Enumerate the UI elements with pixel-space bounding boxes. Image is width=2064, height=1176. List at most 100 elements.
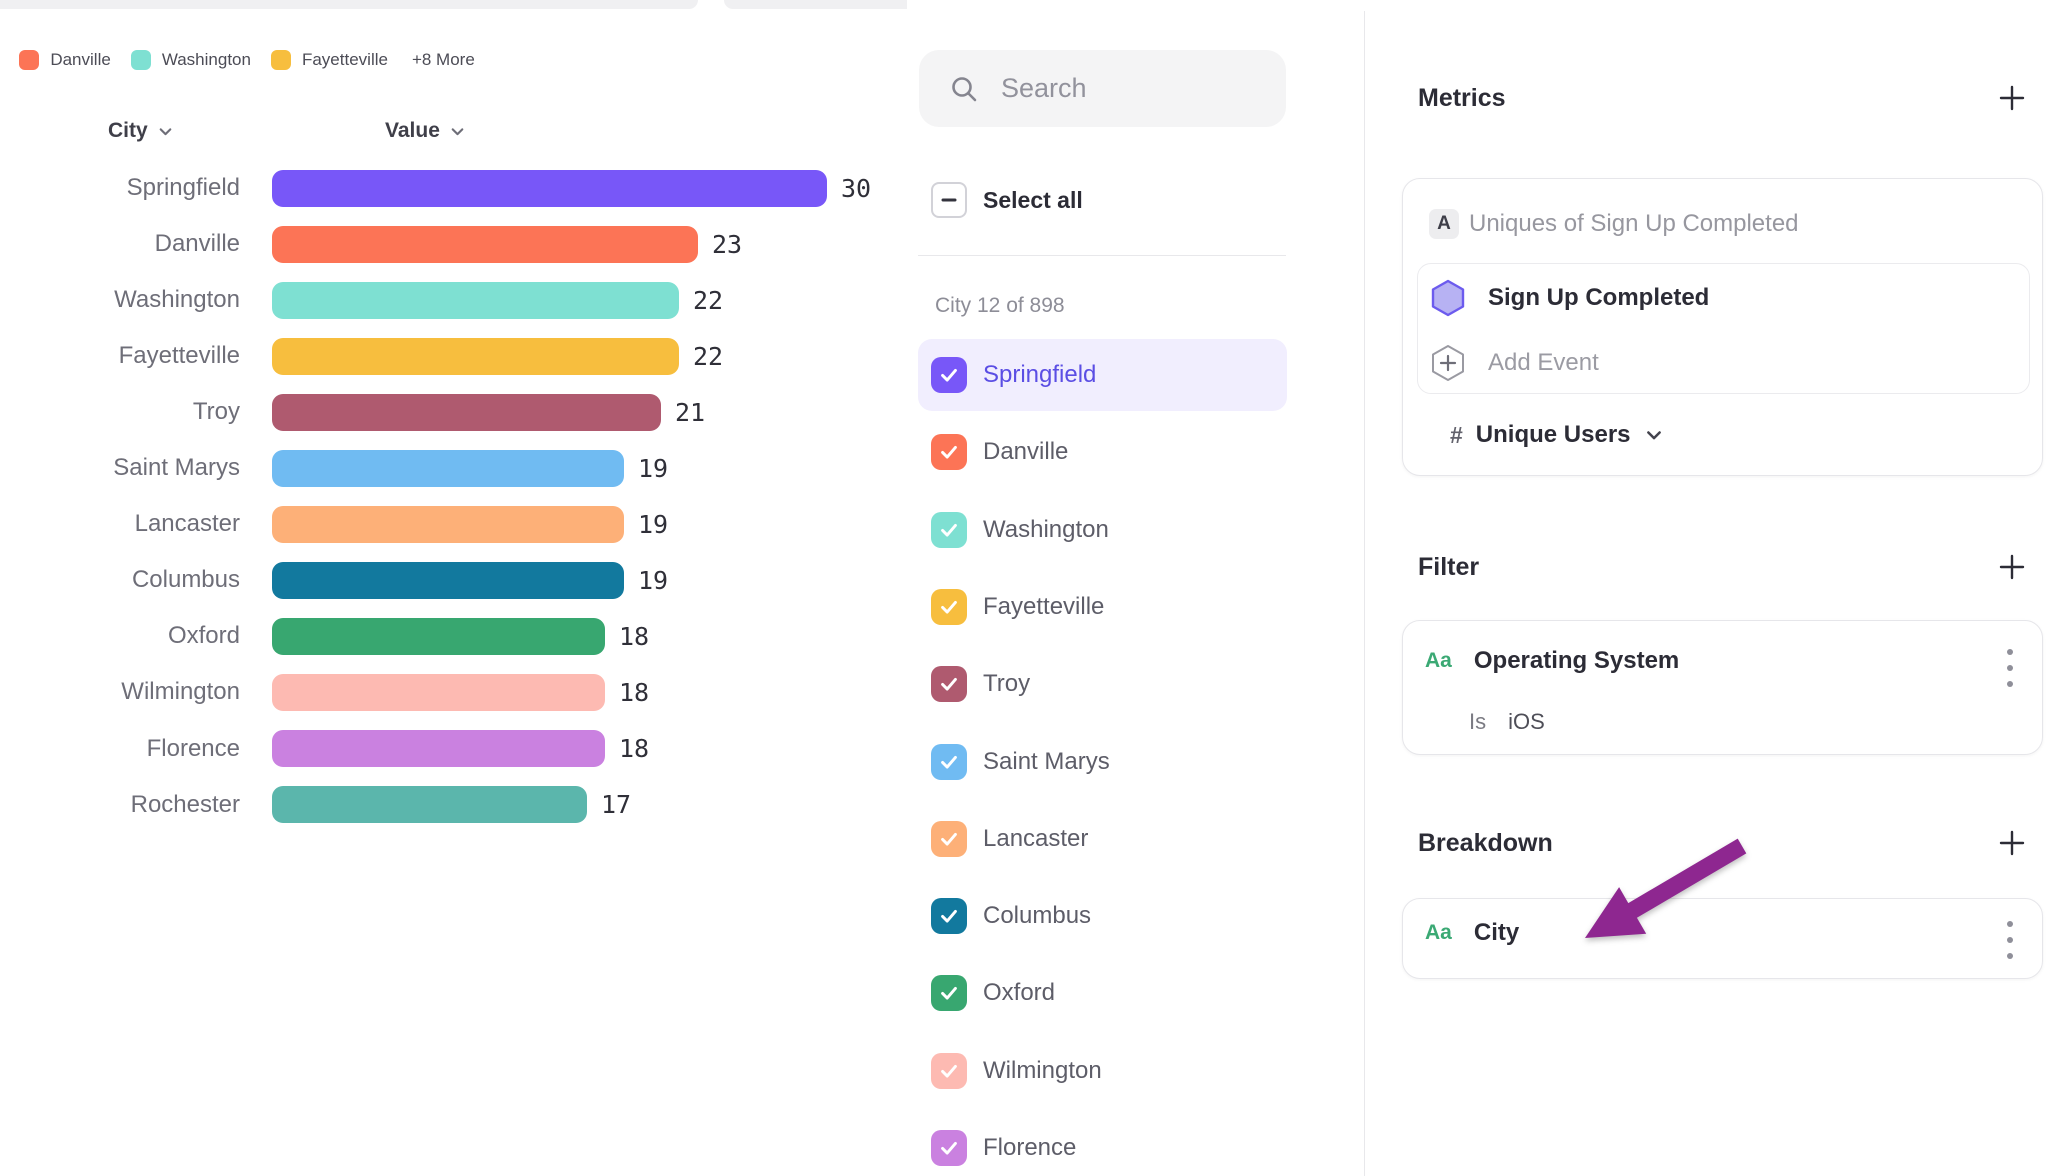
checkbox-checked[interactable] — [931, 589, 967, 625]
filter-card: Aa Operating System Is iOS — [1402, 620, 2043, 755]
list-item-label: Washington — [983, 494, 1109, 566]
checkbox-checked[interactable] — [931, 434, 967, 470]
bar-value-label: 30 — [841, 170, 871, 207]
check-icon — [938, 982, 960, 1004]
filter-property-name: Operating System — [1474, 647, 1679, 675]
add-event-row[interactable]: Add Event — [1430, 344, 1599, 382]
bar-segment[interactable] — [272, 170, 827, 207]
list-item[interactable]: Danville — [918, 416, 1287, 488]
check-icon — [938, 1137, 960, 1159]
checkbox-checked[interactable] — [931, 1130, 967, 1166]
bar-segment[interactable] — [272, 394, 661, 431]
list-item[interactable]: Springfield — [918, 339, 1287, 411]
bar-value-label: 23 — [712, 226, 742, 263]
list-item-label: Saint Marys — [983, 726, 1110, 798]
bar-value-label: 18 — [619, 618, 649, 655]
list-item[interactable]: Lancaster — [918, 803, 1287, 875]
segment-selector-panel: Select all City 12 of 898 SpringfieldDan… — [907, 0, 1365, 1176]
divider — [918, 255, 1286, 256]
number-type-icon: # — [1450, 422, 1463, 449]
bar-segment[interactable] — [272, 786, 587, 823]
filter-heading: Filter — [1418, 553, 1479, 582]
checkbox-checked[interactable] — [931, 357, 967, 393]
list-item[interactable]: Columbus — [918, 880, 1287, 952]
add-breakdown-button[interactable] — [1995, 826, 2029, 860]
select-all-label: Select all — [983, 187, 1083, 214]
bar-segment[interactable] — [272, 282, 679, 319]
check-icon — [938, 673, 960, 695]
bar-category-label: Rochester — [0, 786, 240, 823]
checkbox-checked[interactable] — [931, 821, 967, 857]
check-icon — [938, 1060, 960, 1082]
checkbox-checked[interactable] — [931, 975, 967, 1011]
checkbox-checked[interactable] — [931, 666, 967, 702]
query-builder-panel: Metrics A Uniques of Sign Up Completed S… — [1365, 0, 2064, 1176]
add-event-label: Add Event — [1488, 349, 1599, 377]
bar-category-label: Fayetteville — [0, 338, 240, 375]
list-item-label: Oxford — [983, 957, 1055, 1029]
bar-segment[interactable] — [272, 450, 624, 487]
bar-value-label: 19 — [638, 450, 668, 487]
breakdown-card: Aa City — [1402, 898, 2043, 979]
filter-operator: Is — [1469, 709, 1486, 735]
checkbox-checked[interactable] — [931, 512, 967, 548]
metric-summary: Uniques of Sign Up Completed — [1469, 209, 1799, 239]
event-selector-card: Sign Up Completed Add Event — [1417, 263, 2030, 394]
list-item[interactable]: Oxford — [918, 957, 1287, 1029]
bar-category-label: Lancaster — [0, 506, 240, 543]
checkbox-checked[interactable] — [931, 1053, 967, 1089]
list-item[interactable]: Saint Marys — [918, 726, 1287, 798]
bar-category-label: Washington — [0, 282, 240, 319]
string-type-icon: Aa — [1425, 921, 1452, 945]
filter-value: iOS — [1508, 709, 1545, 735]
selected-event-row[interactable]: Sign Up Completed — [1430, 279, 1709, 317]
bar-category-label: Florence — [0, 730, 240, 767]
event-hexagon-icon — [1430, 279, 1466, 317]
bar-category-label: Springfield — [0, 170, 240, 207]
bar-category-label: Wilmington — [0, 674, 240, 711]
bar-segment[interactable] — [272, 338, 679, 375]
bar-value-label: 19 — [638, 562, 668, 599]
check-icon — [938, 441, 960, 463]
bar-category-label: Danville — [0, 226, 240, 263]
add-metric-button[interactable] — [1995, 81, 2029, 115]
bar-segment[interactable] — [272, 618, 605, 655]
bar-segment[interactable] — [272, 506, 624, 543]
list-item-label: Troy — [983, 648, 1030, 720]
bar-category-label: Saint Marys — [0, 450, 240, 487]
list-item[interactable]: Washington — [918, 494, 1287, 566]
list-item-label: Wilmington — [983, 1035, 1102, 1107]
add-event-hexagon-icon — [1430, 344, 1466, 382]
metric-card: A Uniques of Sign Up Completed Sign Up C… — [1402, 178, 2043, 476]
bar-value-label: 19 — [638, 506, 668, 543]
checkbox-checked[interactable] — [931, 744, 967, 780]
add-filter-button[interactable] — [1995, 550, 2029, 584]
bar-segment[interactable] — [272, 562, 624, 599]
metrics-heading: Metrics — [1418, 84, 1506, 113]
search-box[interactable] — [919, 50, 1286, 127]
bar-segment[interactable] — [272, 674, 605, 711]
breakdown-property-row[interactable]: Aa City — [1425, 919, 1519, 947]
filter-property-row[interactable]: Aa Operating System — [1425, 647, 1679, 675]
select-all-checkbox-indeterminate[interactable] — [931, 182, 967, 218]
bar-segment[interactable] — [272, 730, 605, 767]
search-input[interactable] — [1001, 73, 1271, 104]
filter-condition-row[interactable]: Is iOS — [1469, 709, 1545, 735]
breakdown-property-name: City — [1474, 919, 1519, 947]
metric-letter-badge: A — [1429, 209, 1459, 239]
list-item[interactable]: Wilmington — [918, 1035, 1287, 1107]
list-item[interactable]: Fayetteville — [918, 571, 1287, 643]
overflow-menu-icon[interactable] — [2006, 919, 2014, 961]
bar-segment[interactable] — [272, 226, 698, 263]
plus-icon — [1998, 84, 2026, 112]
aggregation-dropdown[interactable]: # Unique Users — [1450, 421, 1664, 449]
bar-value-label: 17 — [601, 786, 631, 823]
check-icon — [938, 519, 960, 541]
list-item[interactable]: Troy — [918, 648, 1287, 720]
list-item[interactable]: Florence — [918, 1112, 1287, 1176]
overflow-menu-icon[interactable] — [2006, 647, 2014, 689]
check-icon — [938, 828, 960, 850]
plus-icon — [1998, 553, 2026, 581]
select-all-row[interactable]: Select all — [931, 182, 1083, 218]
checkbox-checked[interactable] — [931, 898, 967, 934]
